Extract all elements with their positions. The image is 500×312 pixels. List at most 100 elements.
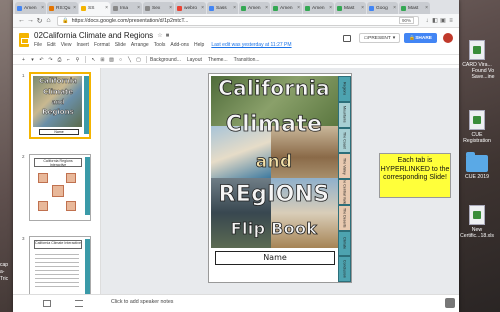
- share-button[interactable]: 🔒 SHARE: [404, 33, 437, 43]
- browser-tab[interactable]: Mast ×: [335, 2, 366, 14]
- menu-insert[interactable]: Insert: [76, 42, 89, 48]
- desktop-icon-certificate[interactable]: New Certific...18.xls: [452, 205, 500, 239]
- paint-format-icon[interactable]: ⌐: [64, 57, 73, 63]
- comments-icon[interactable]: [342, 34, 351, 42]
- browser-tab[interactable]: Sex ×: [143, 2, 174, 14]
- favicon-icon: [305, 5, 310, 11]
- menu-icon[interactable]: ≡: [447, 18, 455, 24]
- menu-file[interactable]: File: [34, 42, 42, 48]
- undo-icon[interactable]: ↶: [37, 57, 46, 63]
- tab-link-conclusion[interactable]: Conclusion: [338, 256, 351, 282]
- extension-icon[interactable]: ▣: [439, 17, 447, 24]
- close-icon[interactable]: ×: [105, 5, 108, 11]
- browser-tab[interactable]: Goog ×: [367, 2, 398, 14]
- home-icon[interactable]: ⌂: [44, 17, 53, 24]
- shape-icon[interactable]: ○: [116, 57, 125, 63]
- slides-logo-icon[interactable]: [19, 33, 29, 47]
- close-icon[interactable]: ×: [73, 5, 76, 11]
- menu-format[interactable]: Format: [94, 42, 110, 48]
- chevron-down-icon[interactable]: ▾: [393, 36, 395, 41]
- download-icon[interactable]: ↓: [423, 18, 431, 24]
- tab-link-deserts[interactable]: The Deserts: [338, 204, 351, 231]
- close-icon[interactable]: ×: [137, 5, 140, 11]
- back-icon[interactable]: ←: [17, 17, 26, 24]
- toolbar: + ▾ ↶ ↷ ⎙ ⌐ ⚲ ↖ ⊞ ▨ ○ ╲ ▢ Background... …: [13, 54, 459, 65]
- extension-icon[interactable]: ◧: [431, 17, 439, 24]
- slide-thumbnail-1[interactable]: California Climate and Regions Name: [29, 72, 91, 139]
- comment-add-icon[interactable]: ▢: [134, 57, 143, 63]
- browser-tab[interactable]: webro ×: [175, 2, 206, 14]
- tab-link-coast[interactable]: The Coast: [338, 127, 351, 154]
- theme-button[interactable]: Theme...: [208, 57, 228, 63]
- tab-link-valley[interactable]: The Valley: [338, 153, 351, 179]
- close-icon[interactable]: ×: [169, 5, 172, 11]
- browser-tab[interactable]: Amen ×: [271, 2, 302, 14]
- menu-slide[interactable]: Slide: [115, 42, 126, 48]
- star-icon[interactable]: ☆: [157, 32, 162, 39]
- menu-addons[interactable]: Add-ons: [170, 42, 189, 48]
- close-icon[interactable]: ×: [297, 5, 300, 11]
- slide-thumbnail-3[interactable]: California Climate Interactive: [29, 236, 91, 303]
- reload-icon[interactable]: ↻: [35, 17, 44, 25]
- close-icon[interactable]: ×: [201, 5, 204, 11]
- layout-button[interactable]: Layout: [187, 57, 202, 63]
- browser-tab[interactable]: Mast ×: [399, 2, 430, 14]
- close-icon[interactable]: ×: [425, 5, 428, 11]
- desktop-icon-cue-registration[interactable]: CUE Registration: [452, 110, 500, 144]
- folder-icon[interactable]: ■: [166, 33, 170, 39]
- filmstrip-view-icon[interactable]: [75, 300, 83, 307]
- zoom-indicator[interactable]: 90%: [398, 17, 414, 24]
- close-icon[interactable]: ×: [329, 5, 332, 11]
- menu-tools[interactable]: Tools: [154, 42, 166, 48]
- last-edit-link[interactable]: Last edit was yesterday at 11:27 PM: [211, 42, 291, 48]
- name-field: Name: [215, 251, 335, 265]
- desktop-icon-cue-folder[interactable]: CUE 2019: [452, 152, 500, 180]
- tab-link-climate[interactable]: Climate: [338, 230, 351, 257]
- tab-link-mountains[interactable]: Mountains: [338, 101, 351, 128]
- slide-filmstrip[interactable]: 1 California Climate and Regions Name 2 …: [13, 68, 101, 303]
- menu-arrange[interactable]: Arrange: [131, 42, 149, 48]
- transition-button[interactable]: Transition...: [234, 57, 260, 63]
- spreadsheet-icon: [469, 205, 485, 225]
- print-icon[interactable]: ⎙: [55, 57, 64, 63]
- tab-link-central-valley[interactable]: The Central Valley: [338, 179, 351, 205]
- zoom-icon[interactable]: ⚲: [73, 57, 82, 63]
- line-icon[interactable]: ╲: [125, 57, 134, 63]
- grid-view-icon[interactable]: [43, 300, 51, 307]
- slide-canvas[interactable]: California Climate and REgIONS Flip Book…: [208, 73, 352, 283]
- select-icon[interactable]: ↖: [89, 57, 98, 63]
- url-field[interactable]: 🔒 https://docs.google.com/presentation/d…: [57, 15, 419, 26]
- redo-icon[interactable]: ↷: [46, 57, 55, 63]
- tab-link-regions[interactable]: Regions: [338, 76, 351, 102]
- present-button[interactable]: ▭ PRESENT ▾: [358, 33, 401, 43]
- textbox-icon[interactable]: ⊞: [98, 57, 107, 63]
- document-title[interactable]: 02California Climate and Regions ☆ ■: [34, 31, 297, 40]
- avatar[interactable]: [443, 33, 453, 43]
- explore-icon[interactable]: [445, 298, 455, 308]
- slide-thumbnail-2[interactable]: California Regions Interactive: [29, 154, 91, 221]
- close-icon[interactable]: ×: [233, 5, 236, 11]
- menu-edit[interactable]: Edit: [47, 42, 56, 48]
- add-slide-icon[interactable]: +: [19, 57, 28, 63]
- desktop-icon-card[interactable]: CARD Vira...: [452, 40, 500, 68]
- speaker-notes-input[interactable]: Click to add speaker notes: [111, 299, 173, 305]
- browser-tab[interactable]: Amen ×: [303, 2, 334, 14]
- close-icon[interactable]: ×: [41, 5, 44, 11]
- close-icon[interactable]: ×: [393, 5, 396, 11]
- browser-tab[interactable]: Ima ×: [111, 2, 142, 14]
- desktop-icon-found[interactable]: Found Vo Save...ine: [466, 68, 500, 80]
- browser-tab[interactable]: Sass ×: [207, 2, 238, 14]
- menu-view[interactable]: View: [61, 42, 72, 48]
- menu-help[interactable]: Help: [194, 42, 204, 48]
- browser-tab[interactable]: Amen ×: [15, 2, 46, 14]
- browser-tab[interactable]: Amen ×: [239, 2, 270, 14]
- image-icon[interactable]: ▨: [107, 57, 116, 63]
- browser-tab-active[interactable]: SS ×: [79, 2, 110, 14]
- slides-header: 02California Climate and Regions ☆ ■ Fil…: [13, 28, 459, 54]
- close-icon[interactable]: ×: [265, 5, 268, 11]
- close-icon[interactable]: ×: [361, 5, 364, 11]
- chevron-down-icon[interactable]: ▾: [28, 57, 37, 63]
- forward-icon[interactable]: →: [26, 17, 35, 24]
- browser-tab[interactable]: RS:Qu ×: [47, 2, 78, 14]
- background-button[interactable]: Background...: [150, 57, 181, 63]
